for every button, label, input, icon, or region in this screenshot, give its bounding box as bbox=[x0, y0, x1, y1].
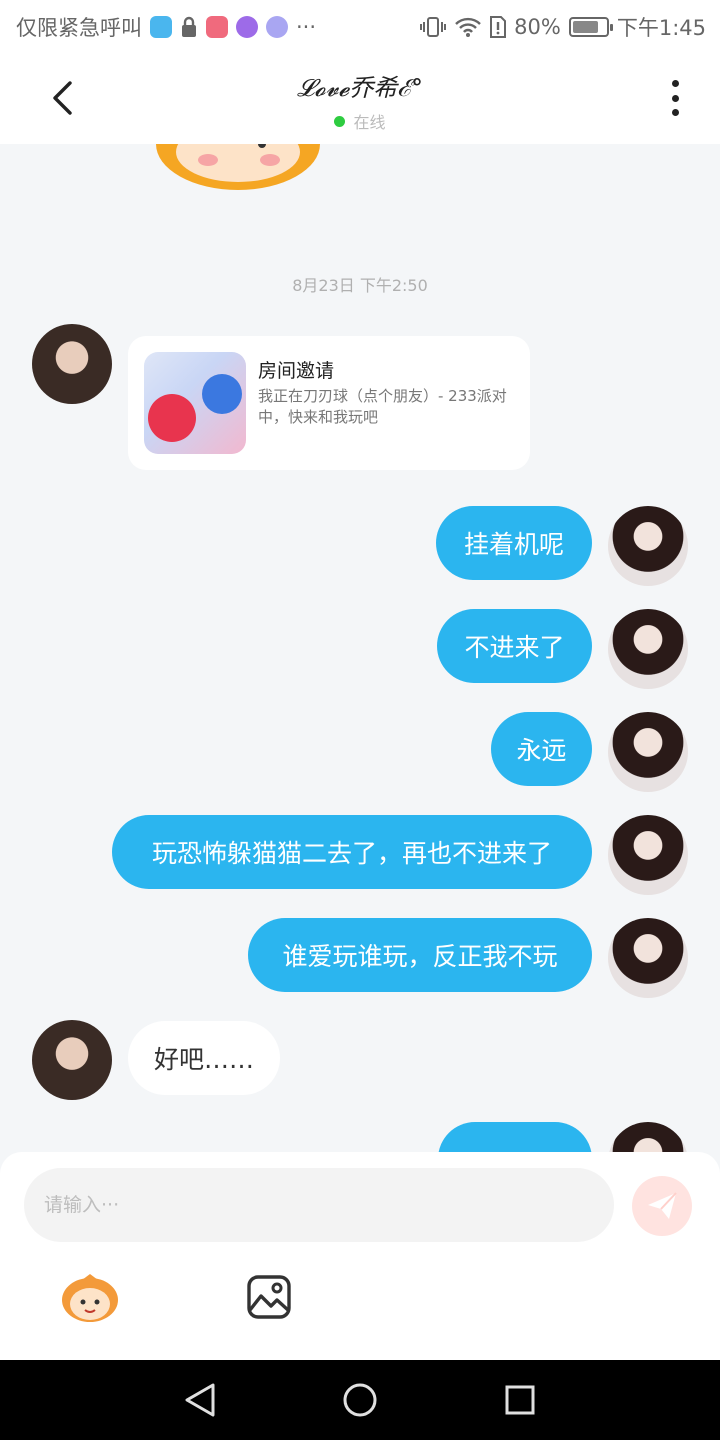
avatar[interactable] bbox=[32, 324, 112, 404]
avatar[interactable] bbox=[608, 1122, 688, 1152]
input-panel bbox=[0, 1152, 720, 1360]
status-right: 80% 下午1:45 bbox=[420, 12, 706, 42]
music-app-icon bbox=[266, 16, 288, 38]
online-dot-icon bbox=[334, 115, 346, 127]
triangle-back-icon bbox=[185, 1383, 215, 1417]
avatar[interactable] bbox=[608, 815, 688, 895]
battery-icon bbox=[568, 17, 613, 37]
message-bubble-other[interactable]: 好吧…… bbox=[128, 1021, 280, 1095]
room-invite-card[interactable]: 房间邀请 我正在刀刃球（点个朋友）- 233派对中，快来和我玩吧 bbox=[128, 336, 530, 470]
status-left: 仅限紧急呼叫 ··· bbox=[16, 12, 316, 42]
system-navigation-bar bbox=[0, 1360, 720, 1440]
avatar[interactable] bbox=[608, 918, 688, 998]
avatar[interactable] bbox=[608, 712, 688, 792]
more-notifications-text: ··· bbox=[296, 15, 317, 39]
avatar[interactable] bbox=[32, 1020, 112, 1100]
cartoon-sticker-icon bbox=[156, 144, 320, 190]
image-picker-button[interactable] bbox=[246, 1274, 294, 1322]
emoji-sticker-button[interactable] bbox=[60, 1272, 120, 1324]
lock-icon bbox=[182, 16, 196, 37]
chat-header: 𝓛𝓸𝓿𝓮乔希ℰ° 在线 bbox=[0, 52, 720, 144]
message-timestamp: 8月23日 下午2:50 bbox=[292, 276, 428, 295]
send-button[interactable] bbox=[632, 1176, 692, 1236]
nav-back-button[interactable] bbox=[180, 1380, 220, 1420]
message-bubble-self[interactable]: 挂着机呢 bbox=[436, 506, 592, 580]
message-bubble-self[interactable]: 不进来了 bbox=[437, 609, 592, 683]
message-input[interactable] bbox=[24, 1168, 614, 1242]
presence-text: 在线 bbox=[353, 113, 386, 132]
invite-title: 房间邀请 bbox=[258, 360, 335, 382]
shield-app-icon bbox=[150, 16, 172, 38]
message-bubble-self[interactable]: … bbox=[438, 1122, 592, 1152]
square-recent-icon bbox=[505, 1385, 535, 1415]
avatar[interactable] bbox=[608, 506, 688, 586]
wifi-icon bbox=[455, 17, 481, 37]
presence-status: 在线 bbox=[0, 109, 720, 133]
avatar[interactable] bbox=[608, 609, 688, 689]
contact-name: 𝓛𝓸𝓿𝓮乔希ℰ° bbox=[297, 74, 423, 102]
vibrate-icon bbox=[420, 17, 447, 37]
circle-home-icon bbox=[343, 1383, 377, 1417]
invite-description: 我正在刀刃球（点个朋友）- 233派对中，快来和我玩吧 bbox=[258, 387, 507, 426]
blue-ball-icon bbox=[202, 374, 242, 414]
message-bubble-self[interactable]: 玩恐怖躲猫猫二去了，再也不进来了 bbox=[112, 815, 592, 889]
more-options-button[interactable] bbox=[660, 78, 690, 118]
emoji-sticker-icon bbox=[62, 1274, 118, 1322]
more-vertical-icon-dot bbox=[671, 109, 679, 116]
send-icon bbox=[648, 1192, 677, 1219]
message-list[interactable]: 8月23日 下午2:50 房间邀请 我正在刀刃球（点个朋友）- 233派对中，快… bbox=[0, 144, 720, 1152]
message-bubble-self[interactable]: 谁爱玩谁玩，反正我不玩 bbox=[248, 918, 592, 992]
message-bubble-self[interactable]: 永远 bbox=[491, 712, 592, 786]
nav-home-button[interactable] bbox=[340, 1380, 380, 1420]
battery-percent: 80% bbox=[514, 15, 561, 39]
sim-alert-icon bbox=[490, 16, 507, 38]
clock: 下午1:45 bbox=[616, 16, 706, 40]
chat-app-icon bbox=[236, 16, 258, 38]
more-vertical-icon-dot bbox=[671, 80, 679, 87]
red-ball-icon bbox=[148, 394, 196, 442]
photo-app-icon bbox=[206, 16, 228, 38]
status-bar: 仅限紧急呼叫 ··· 80% 下午1:45 bbox=[0, 0, 720, 52]
image-icon bbox=[247, 1275, 291, 1319]
title-block: 𝓛𝓸𝓿𝓮乔希ℰ° 在线 bbox=[0, 68, 720, 133]
emergency-call-text: 仅限紧急呼叫 bbox=[16, 16, 142, 40]
more-vertical-icon-dot bbox=[671, 94, 679, 102]
game-thumbnail bbox=[144, 352, 246, 454]
nav-recent-button[interactable] bbox=[500, 1380, 540, 1420]
